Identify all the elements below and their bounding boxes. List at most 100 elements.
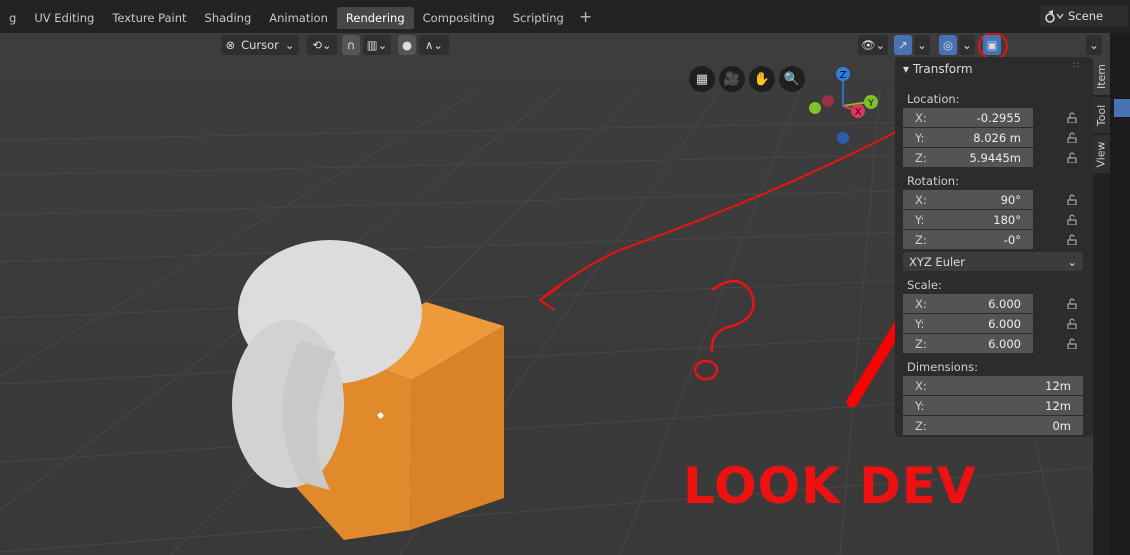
tab-shading[interactable]: Shading bbox=[196, 7, 261, 29]
xray-icon: ▣ bbox=[986, 38, 998, 52]
dimensions-y-value: 12m bbox=[1045, 398, 1071, 413]
camera-view-button[interactable]: 🎥 bbox=[719, 66, 745, 92]
adjacent-editor-strip bbox=[1110, 33, 1130, 555]
visibility-button[interactable]: 👁⌄ bbox=[858, 35, 888, 55]
viewport-header: ⊗ Cursor ⌄ ⟲⌄ ∩ ▥⌄ ● ∧⌄ 👁⌄ ↗ ⌄ ◎ ⌄ ▣ ⌄ bbox=[0, 33, 1110, 86]
scale-y-value: 6.000 bbox=[988, 316, 1021, 331]
camera-icon: 🎥 bbox=[723, 71, 741, 87]
lock-icon[interactable] bbox=[1067, 112, 1079, 123]
lock-icon[interactable] bbox=[1067, 194, 1079, 205]
xray-toggle[interactable]: ▣ bbox=[983, 35, 1001, 55]
transform-panel: ▾ Transform ∷ Location: X: -0.2955 Y: 8.02… bbox=[895, 57, 1093, 437]
dimensions-x-value: 12m bbox=[1045, 378, 1071, 393]
rotation-y-axis: Y: bbox=[915, 212, 925, 227]
rotation-mode-select[interactable]: XYZ Euler ⌄ bbox=[903, 252, 1083, 271]
rotation-x-field[interactable]: X: 90° bbox=[903, 190, 1033, 209]
overlays-toggle[interactable]: ◎ bbox=[939, 35, 957, 55]
lock-icon[interactable] bbox=[1067, 132, 1079, 143]
chevron-down-icon: ⌄ bbox=[1067, 254, 1077, 269]
tab-uv-editing[interactable]: UV Editing bbox=[25, 7, 103, 29]
scene-selector[interactable]: Scene bbox=[1040, 6, 1128, 26]
tab-layout[interactable]: g bbox=[0, 7, 25, 29]
lock-icon[interactable] bbox=[1067, 318, 1079, 329]
transform-title: Transform bbox=[912, 62, 973, 76]
location-label: Location: bbox=[907, 92, 960, 106]
dimensions-label: Dimensions: bbox=[907, 360, 978, 374]
gizmo-dropdown[interactable]: ⌄ bbox=[914, 35, 930, 55]
chevron-down-icon: ⌄ bbox=[917, 38, 927, 52]
scale-x-axis: X: bbox=[915, 296, 927, 311]
tab-tool-label: Tool bbox=[1095, 104, 1108, 126]
selected-row-marker bbox=[1114, 99, 1130, 117]
toggle-ortho-button[interactable]: ▦ bbox=[689, 66, 715, 92]
lock-icon[interactable] bbox=[1067, 338, 1079, 349]
location-y-value: 8.026 m bbox=[973, 130, 1021, 145]
add-workspace-button[interactable]: + bbox=[573, 7, 598, 29]
top-bar: g UV Editing Texture Paint Shading Anima… bbox=[0, 0, 1130, 33]
tab-item[interactable]: Item bbox=[1093, 57, 1110, 95]
transform-orientation-button[interactable]: ⟲⌄ bbox=[307, 35, 337, 55]
proportional-edit-toggle[interactable]: ● bbox=[398, 35, 416, 55]
transform-pivot-dropdown[interactable]: ⊗ Cursor ⌄ bbox=[221, 35, 299, 55]
lock-icon[interactable] bbox=[1067, 214, 1079, 225]
snap-target-icon: ▥⌄ bbox=[366, 38, 388, 52]
gizmo-toggle[interactable]: ↗ bbox=[894, 35, 912, 55]
look-dev-annotation: LOOK DEV bbox=[683, 457, 977, 515]
scale-x-field[interactable]: X: 6.000 bbox=[903, 294, 1033, 313]
scale-z-value: 6.000 bbox=[988, 336, 1021, 351]
transform-header[interactable]: ▾ Transform bbox=[903, 62, 973, 76]
drag-handle-icon[interactable]: ∷ bbox=[1073, 61, 1079, 71]
dimensions-x-axis: X: bbox=[915, 378, 927, 393]
collapse-arrow-icon: ▾ bbox=[903, 62, 910, 76]
tab-scripting[interactable]: Scripting bbox=[504, 7, 573, 29]
cursor-pivot-icon: ⊗ bbox=[225, 38, 236, 52]
tab-tool[interactable]: Tool bbox=[1093, 97, 1110, 133]
sidebar-tabs: Item Tool View bbox=[1093, 57, 1110, 555]
zoom-icon: 🔍 bbox=[783, 71, 801, 87]
scale-z-field[interactable]: Z: 6.000 bbox=[903, 334, 1033, 353]
dimensions-z-axis: Z: bbox=[915, 418, 927, 433]
proportional-icon: ● bbox=[401, 38, 413, 52]
tab-rendering[interactable]: Rendering bbox=[336, 7, 414, 29]
dimensions-z-field[interactable]: Z: 0m bbox=[903, 416, 1083, 435]
scale-y-axis: Y: bbox=[915, 316, 925, 331]
tab-item-label: Item bbox=[1095, 63, 1109, 89]
shading-dropdown[interactable]: ⌄ bbox=[1086, 35, 1102, 55]
location-z-field[interactable]: Z: 5.9445m bbox=[903, 148, 1033, 167]
tab-view-label: View bbox=[1095, 140, 1109, 168]
overlays-icon: ◎ bbox=[942, 38, 954, 52]
overlays-dropdown[interactable]: ⌄ bbox=[959, 35, 975, 55]
workspace-tabs: g UV Editing Texture Paint Shading Anima… bbox=[0, 7, 598, 29]
scene-label: Scene bbox=[1068, 9, 1104, 23]
dimensions-x-field[interactable]: X: 12m bbox=[903, 376, 1083, 395]
tab-view[interactable]: View bbox=[1093, 135, 1110, 173]
rotation-x-axis: X: bbox=[915, 192, 927, 207]
location-y-axis: Y: bbox=[915, 130, 925, 145]
tab-animation[interactable]: Animation bbox=[260, 7, 337, 29]
snap-toggle[interactable]: ∩ bbox=[342, 35, 360, 55]
snap-target-button[interactable]: ▥⌄ bbox=[363, 35, 391, 55]
location-x-field[interactable]: X: -0.2955 bbox=[903, 108, 1033, 127]
location-y-field[interactable]: Y: 8.026 m bbox=[903, 128, 1033, 147]
pivot-label: Cursor bbox=[241, 38, 279, 52]
tab-texture-paint[interactable]: Texture Paint bbox=[103, 7, 195, 29]
scale-x-value: 6.000 bbox=[988, 296, 1021, 311]
rotation-z-field[interactable]: Z: -0° bbox=[903, 230, 1033, 249]
orientation-icon: ⟲⌄ bbox=[312, 38, 332, 52]
lock-icon[interactable] bbox=[1067, 298, 1079, 309]
falloff-icon: ∧⌄ bbox=[424, 38, 444, 52]
rotation-y-field[interactable]: Y: 180° bbox=[903, 210, 1033, 229]
scale-z-axis: Z: bbox=[915, 336, 927, 351]
lock-icon[interactable] bbox=[1067, 234, 1079, 245]
scale-label: Scale: bbox=[907, 278, 942, 292]
lock-icon[interactable] bbox=[1067, 152, 1079, 163]
scene-icon bbox=[1045, 10, 1064, 23]
falloff-button[interactable]: ∧⌄ bbox=[419, 35, 449, 55]
pan-view-button[interactable]: ✋ bbox=[749, 66, 775, 92]
tab-compositing[interactable]: Compositing bbox=[414, 7, 504, 29]
rotation-mode-value: XYZ Euler bbox=[909, 254, 965, 269]
navigation-gizmo[interactable]: Z Y X bbox=[800, 62, 890, 152]
dimensions-y-field[interactable]: Y: 12m bbox=[903, 396, 1083, 415]
chevron-down-icon: ⌄ bbox=[962, 38, 972, 52]
scale-y-field[interactable]: Y: 6.000 bbox=[903, 314, 1033, 333]
